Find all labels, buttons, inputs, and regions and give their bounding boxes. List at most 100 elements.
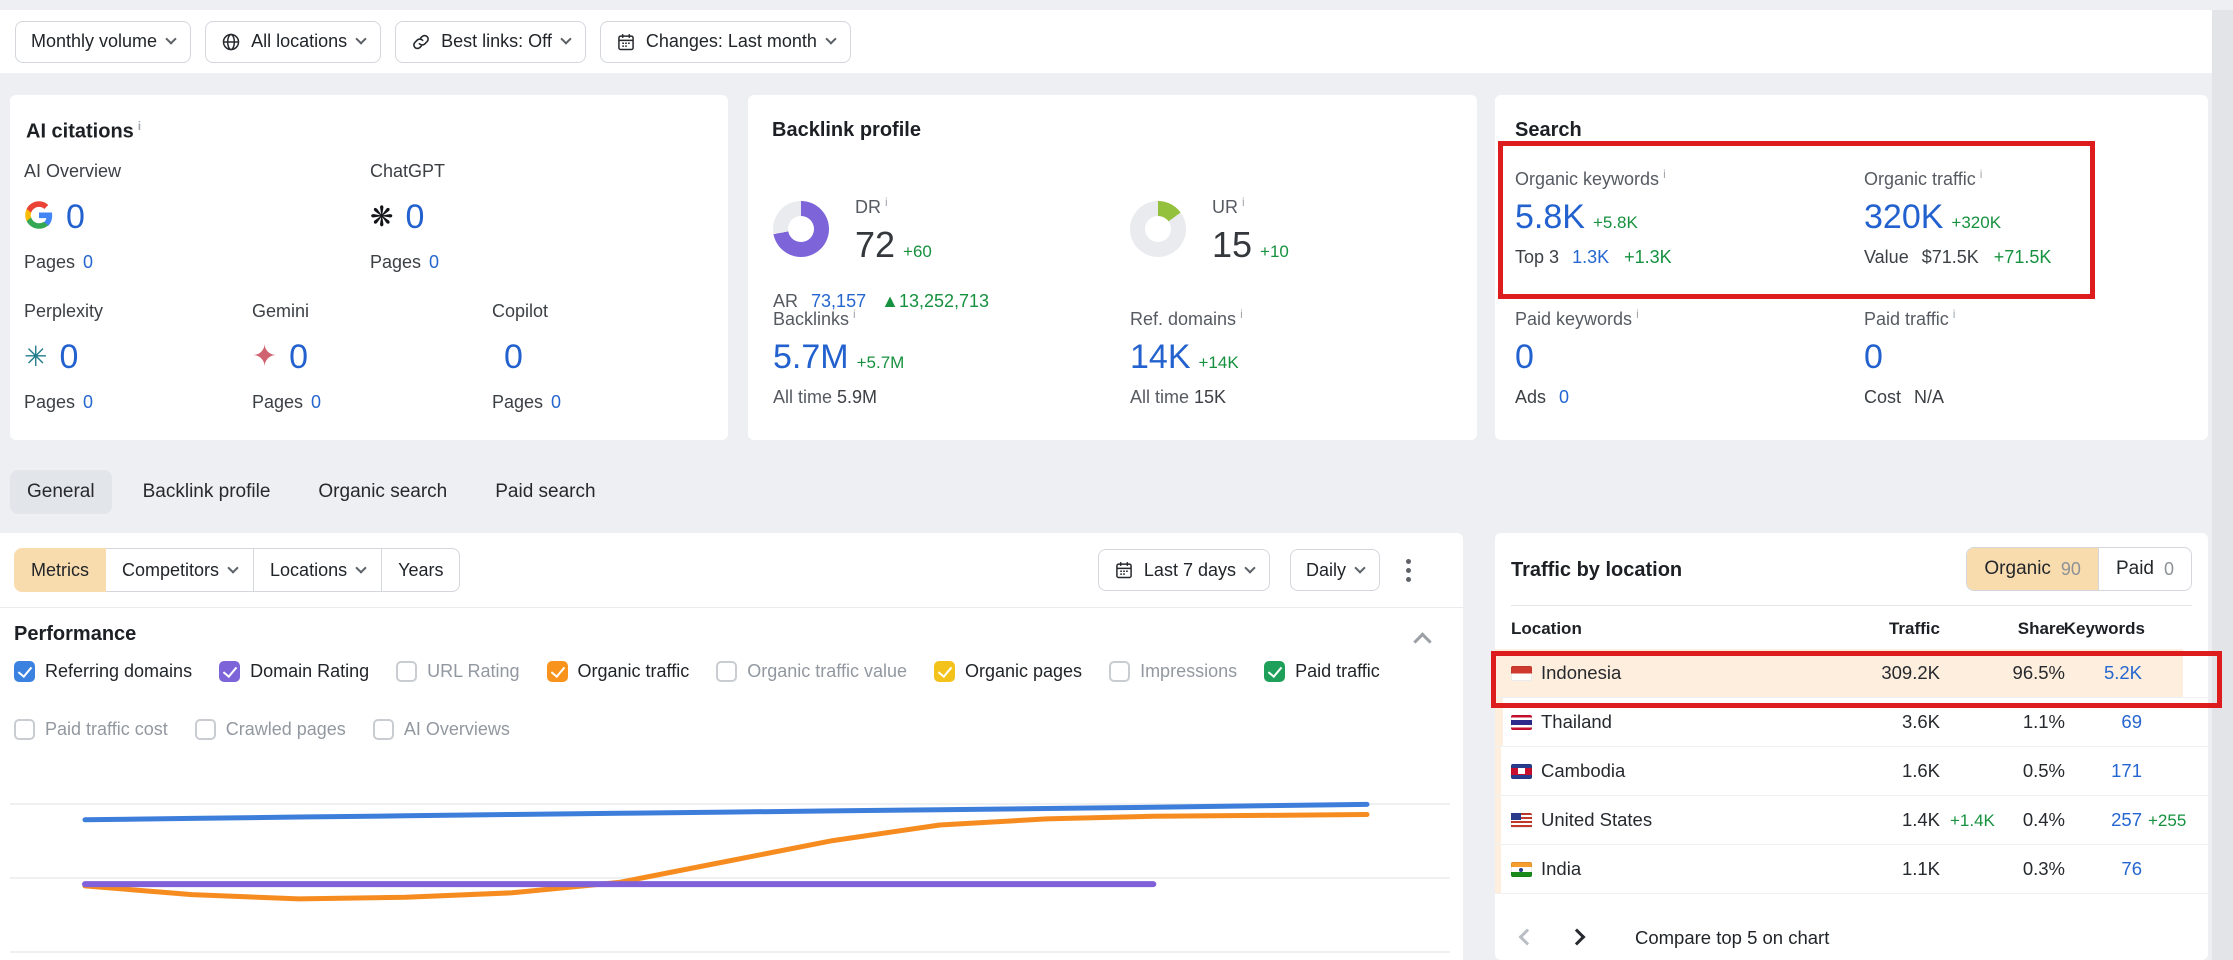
keywords-link[interactable]: 257: [2111, 809, 2142, 831]
calendar-icon: [1114, 560, 1134, 580]
ur-metric: UR 15+10: [1212, 195, 1289, 266]
location-table-footer: Compare top 5 on chart: [1495, 915, 2208, 960]
tab-paid-search[interactable]: Paid search: [478, 470, 612, 514]
share-value: 0.4%: [2023, 809, 2065, 831]
location-row-thailand[interactable]: Thailand3.6K1.1%69: [1495, 698, 2208, 747]
pages-count[interactable]: 0: [311, 392, 321, 412]
pages-count[interactable]: 0: [429, 252, 439, 272]
vertical-scrollbar[interactable]: [2212, 10, 2233, 960]
toolbar-filter-changes-last-month[interactable]: Changes: Last month: [600, 21, 851, 63]
ai-citations-count[interactable]: 0: [59, 338, 78, 377]
date-range-button[interactable]: Last 7 days: [1098, 549, 1270, 591]
next-page-icon[interactable]: [1569, 929, 1586, 946]
tab-general[interactable]: General: [10, 470, 112, 514]
organic-keywords-label: Organic keywords: [1515, 167, 1672, 190]
segment-competitors[interactable]: Competitors: [105, 548, 254, 592]
segment-metrics[interactable]: Metrics: [14, 548, 106, 592]
filters-toolbar: Monthly volume All locations Best links: O…: [0, 10, 2212, 73]
toolbar-filter-monthly-volume[interactable]: Monthly volume: [15, 21, 191, 63]
keywords-link[interactable]: 171: [2111, 760, 2142, 782]
ai-citations-count[interactable]: 0: [66, 198, 85, 237]
compare-top5-link[interactable]: Compare top 5 on chart: [1635, 927, 1829, 949]
metric-label: Impressions: [1140, 661, 1237, 682]
pages-count[interactable]: 0: [83, 252, 93, 272]
metric-checkbox-impressions[interactable]: Impressions: [1109, 661, 1237, 682]
paid-keywords-metric: Paid keywords 0 Ads 0: [1515, 307, 1639, 408]
segment-locations[interactable]: Locations: [253, 548, 382, 592]
metric-checkbox-crawled-pages[interactable]: Crawled pages: [195, 719, 346, 740]
location-row-cambodia[interactable]: Cambodia1.6K0.5%171: [1495, 747, 2208, 796]
metric-checkbox-paid-traffic-cost[interactable]: Paid traffic cost: [14, 719, 168, 740]
dr-donut-chart: [773, 201, 829, 257]
value-amount: $71.5K: [1922, 247, 1979, 267]
metric-checkbox-ai-overviews[interactable]: AI Overviews: [373, 719, 510, 740]
ai-citations-count[interactable]: 0: [504, 338, 523, 377]
tab-backlink-profile[interactable]: Backlink profile: [126, 470, 288, 514]
paid-traffic-value[interactable]: 0: [1864, 338, 1883, 376]
keywords-link[interactable]: 5.2K: [2104, 662, 2142, 684]
toolbar-filter-label: Monthly volume: [31, 31, 157, 52]
cost-label: Cost: [1864, 387, 1901, 407]
performance-line-chart[interactable]: [0, 758, 1450, 958]
collapse-section-icon[interactable]: [1413, 632, 1431, 650]
prev-page-icon[interactable]: [1519, 929, 1536, 946]
paid-keywords-value[interactable]: 0: [1515, 338, 1534, 376]
share-value: 0.5%: [2023, 760, 2065, 782]
link-icon: [411, 32, 431, 52]
metric-checkbox-domain-rating[interactable]: Domain Rating: [219, 661, 369, 682]
metric-label: Organic traffic: [578, 661, 690, 682]
metric-toggles-row-2: Paid traffic cost Crawled pages AI Overvie…: [14, 719, 510, 740]
backlinks-delta: +5.7M: [857, 353, 905, 372]
metric-checkbox-paid-traffic[interactable]: Paid traffic: [1264, 661, 1380, 682]
pages-count[interactable]: 0: [551, 392, 561, 412]
keywords-link[interactable]: 69: [2121, 711, 2142, 733]
metric-checkbox-organic-traffic[interactable]: Organic traffic: [547, 661, 690, 682]
organic-keywords-metric: Organic keywords 5.8K+5.8K Top 3 1.3K +1…: [1515, 167, 1672, 268]
ai-engine-name: Gemini: [252, 301, 321, 322]
location-row-indonesia[interactable]: Indonesia309.2K96.5%5.2K: [1495, 649, 2208, 698]
organic-keywords-value[interactable]: 5.8K: [1515, 198, 1585, 236]
top3-value[interactable]: 1.3K: [1572, 247, 1609, 267]
toggle-paid[interactable]: Paid0: [2098, 548, 2191, 590]
traffic-value: 309.2K: [1881, 662, 1940, 684]
more-options-icon[interactable]: [1400, 553, 1417, 588]
checkbox-icon: [14, 661, 35, 682]
checkbox-icon: [716, 661, 737, 682]
granularity-button[interactable]: Daily: [1290, 549, 1380, 591]
location-row-united-states[interactable]: United States1.4K+1.4K0.4%257+255: [1495, 796, 2208, 845]
ai-pages-row: Pages0: [492, 392, 561, 413]
tab-organic-search[interactable]: Organic search: [301, 470, 464, 514]
ref-domains-value[interactable]: 14K: [1130, 338, 1191, 376]
backlinks-metric: Backlinks 5.7M+5.7M All time 5.9M: [773, 307, 904, 408]
toggle-organic[interactable]: Organic90: [1967, 548, 2098, 590]
segment-years[interactable]: Years: [381, 548, 460, 592]
checkbox-icon: [934, 661, 955, 682]
gemini-icon: ✦: [252, 342, 277, 372]
backlinks-value[interactable]: 5.7M: [773, 338, 849, 376]
metric-checkbox-organic-traffic-value[interactable]: Organic traffic value: [716, 661, 907, 682]
toolbar-filter-all-locations[interactable]: All locations: [205, 21, 381, 63]
metric-checkbox-organic-pages[interactable]: Organic pages: [934, 661, 1082, 682]
backlink-profile-panel: Backlink profile DR 72+60 AR 73,157 ▲13,…: [748, 95, 1477, 440]
ai-citations-count[interactable]: 0: [405, 198, 424, 237]
ai-pages-row: Pages0: [24, 392, 103, 413]
toolbar-filter-best-links-off[interactable]: Best links: Off: [395, 21, 586, 63]
cost-value: N/A: [1914, 387, 1944, 407]
ai-citations-count[interactable]: 0: [289, 338, 308, 377]
metric-checkbox-referring-domains[interactable]: Referring domains: [14, 661, 192, 682]
keywords-link[interactable]: 76: [2121, 858, 2142, 880]
info-icon: [1659, 169, 1666, 189]
performance-panel: MetricsCompetitorsLocationsYears Last 7 …: [0, 533, 1463, 960]
metric-checkbox-url-rating[interactable]: URL Rating: [396, 661, 519, 682]
pages-count[interactable]: 0: [83, 392, 93, 412]
organic-keywords-delta: +5.8K: [1593, 213, 1638, 232]
location-table-header: Location Traffic Share Keywords: [1495, 609, 2208, 649]
location-name: United States: [1541, 809, 1652, 831]
ads-label: Ads: [1515, 387, 1546, 407]
ads-value[interactable]: 0: [1559, 387, 1569, 407]
backlinks-alltime-label: All time: [773, 387, 832, 407]
organic-traffic-value[interactable]: 320K: [1864, 198, 1943, 236]
ai-pages-row: Pages0: [370, 252, 445, 273]
location-row-india[interactable]: India1.1K0.3%76: [1495, 845, 2208, 894]
ai-engine-value-row: 0: [24, 196, 121, 238]
